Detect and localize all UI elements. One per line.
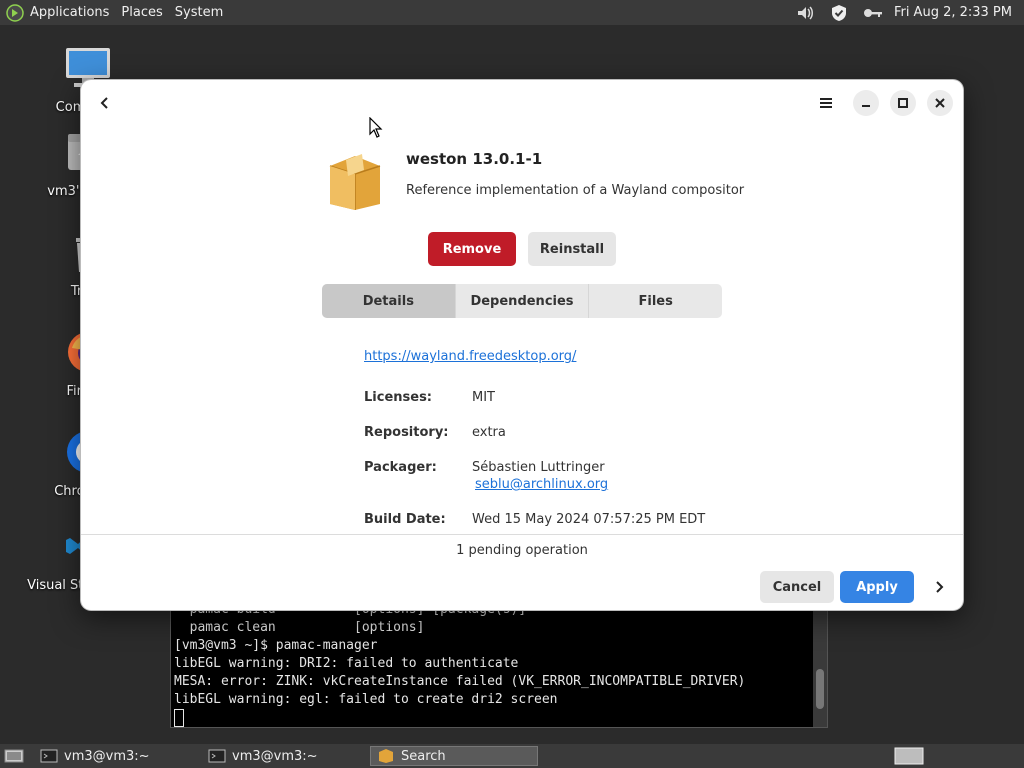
pending-operations-label: 1 pending operation [456, 543, 588, 558]
distro-logo-icon [6, 3, 24, 22]
packager-label: Packager: [364, 460, 437, 475]
package-box-icon [329, 154, 381, 210]
package-icon [379, 749, 393, 763]
licenses-label: Licenses: [364, 390, 433, 405]
terminal-line: MESA: error: ZINK: vkCreateInstance fail… [174, 674, 746, 689]
applications-menu-label: Applications [30, 5, 110, 20]
back-button[interactable] [92, 90, 118, 116]
menu-button[interactable] [813, 90, 839, 116]
taskbar-item-terminal-1[interactable]: vm3@vm3:~ [34, 746, 198, 766]
package-description: Reference implementation of a Wayland co… [406, 183, 745, 198]
licenses-value: MIT [472, 390, 495, 405]
apply-button[interactable]: Apply [840, 571, 914, 603]
terminal-scrollbar-thumb[interactable] [816, 669, 824, 709]
terminal-scrollbar[interactable] [813, 601, 827, 727]
maximize-icon [898, 98, 908, 108]
package-title: weston 13.0.1-1 [406, 150, 543, 168]
terminal-line: libEGL warning: DRI2: failed to authenti… [174, 656, 519, 671]
terminal-cursor [174, 709, 184, 727]
details-pane-button[interactable] [928, 576, 950, 598]
repository-label: Repository: [364, 425, 449, 440]
taskbar-item-label: vm3@vm3:~ [64, 748, 150, 764]
tab-details[interactable]: Details [322, 284, 456, 318]
remove-button[interactable]: Remove [428, 232, 516, 266]
taskbar-item-terminal-2[interactable]: vm3@vm3:~ [202, 746, 366, 766]
packager-email-link[interactable]: seblu@archlinux.org [475, 477, 608, 492]
workspace-icon [894, 747, 924, 765]
repository-value: extra [472, 425, 506, 440]
packager-name: Sébastien Luttringer [472, 460, 605, 475]
tab-files[interactable]: Files [589, 284, 722, 318]
taskbar: vm3@vm3:~ vm3@vm3:~ Search [0, 744, 1024, 768]
taskbar-item-label: vm3@vm3:~ [232, 748, 318, 764]
places-menu-label: Places [121, 5, 163, 20]
tab-dependencies[interactable]: Dependencies [456, 284, 590, 318]
terminal-icon [208, 749, 226, 763]
workspace-switcher[interactable] [892, 746, 928, 766]
system-menu-label: System [174, 5, 224, 20]
details-tab-bar: Details Dependencies Files [322, 284, 722, 318]
applications-menu[interactable]: Applications [0, 0, 115, 25]
key-icon[interactable] [862, 2, 884, 24]
clock[interactable]: Fri Aug 2, 2:33 PM [890, 5, 1024, 20]
chevron-right-icon [936, 581, 944, 593]
top-panel: Applications Places System Fri Aug 2, 2:… [0, 0, 1024, 25]
footer-divider [81, 534, 963, 535]
reinstall-button[interactable]: Reinstall [528, 232, 616, 266]
close-button[interactable] [927, 90, 953, 116]
terminal-line: [vm3@vm3 ~]$ pamac-manager [174, 638, 378, 653]
terminal-line: libEGL warning: egl: failed to create dr… [174, 692, 558, 707]
show-desktop-button[interactable] [2, 746, 26, 766]
terminal-icon [40, 749, 58, 763]
shield-icon[interactable] [828, 2, 850, 24]
build-date-value: Wed 15 May 2024 07:57:25 PM EDT [472, 512, 706, 527]
taskbar-item-search[interactable]: Search [370, 746, 538, 766]
chevron-left-icon [100, 97, 108, 109]
system-menu[interactable]: System [169, 0, 229, 25]
close-icon [935, 98, 945, 108]
terminal-window[interactable]: pamac build [options] [package(s)] pamac… [170, 600, 828, 728]
homepage-link[interactable]: https://wayland.freedesktop.org/ [364, 349, 576, 364]
build-date-label: Build Date: [364, 512, 446, 527]
mouse-pointer-icon [369, 117, 383, 138]
places-menu[interactable]: Places [115, 0, 168, 25]
minimize-button[interactable] [853, 90, 879, 116]
terminal-line: pamac clean [options] [174, 620, 425, 635]
maximize-button[interactable] [890, 90, 916, 116]
volume-icon[interactable] [794, 2, 816, 24]
hamburger-menu-icon [820, 98, 832, 108]
terminal-prompt[interactable] [174, 709, 827, 727]
taskbar-item-label: Search [401, 748, 446, 764]
cancel-button[interactable]: Cancel [760, 571, 834, 603]
show-desktop-icon [4, 749, 24, 763]
package-details-dialog: weston 13.0.1-1 Reference implementation… [81, 80, 963, 610]
minimize-icon [862, 105, 870, 107]
